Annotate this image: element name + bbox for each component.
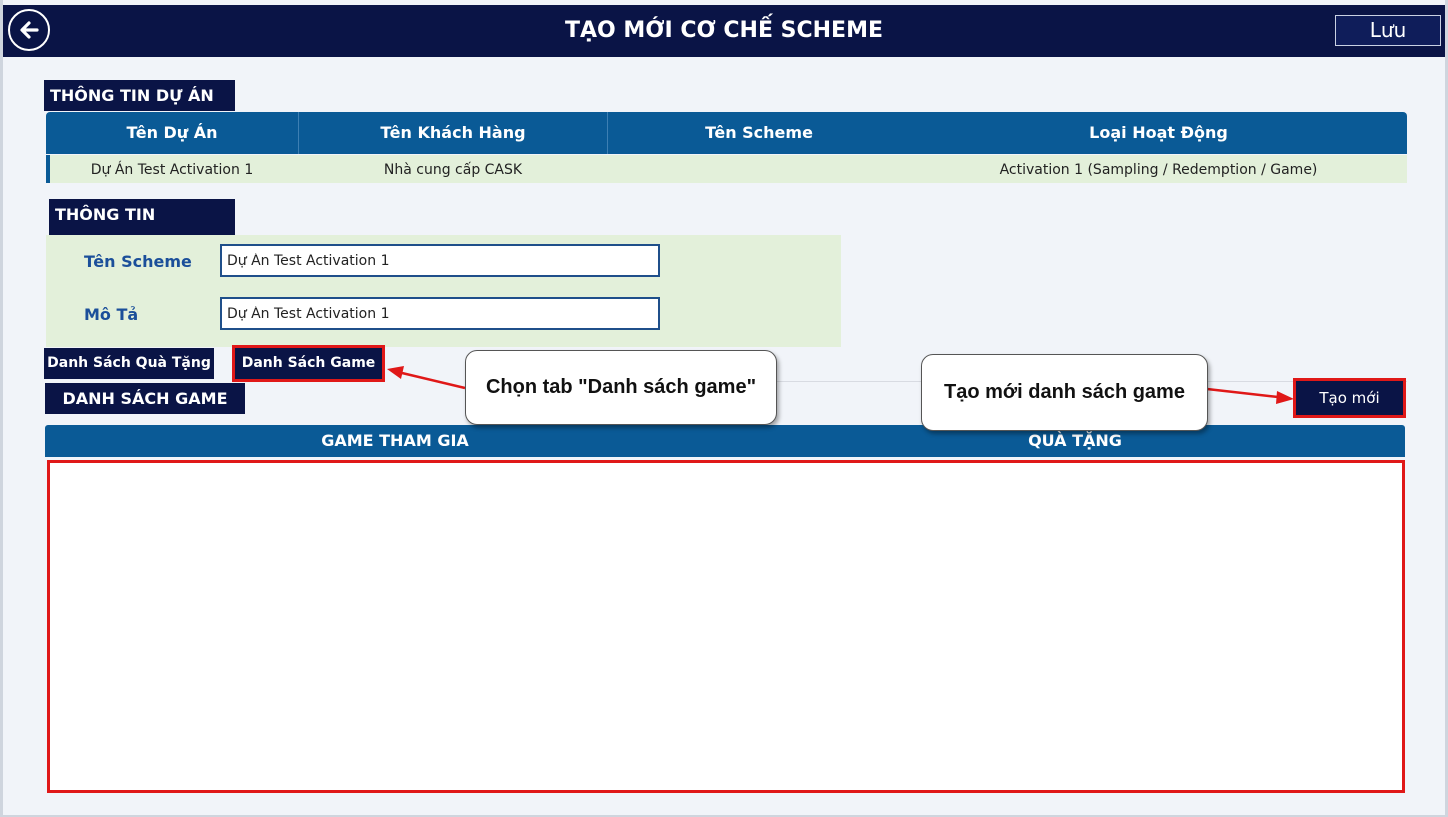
project-info-title: THÔNG TIN DỰ ÁN (44, 80, 235, 111)
scheme-name-input[interactable] (220, 244, 660, 277)
column-header-scheme-name: Tên Scheme (705, 123, 813, 142)
cell-project-name: Dự Án Test Activation 1 (90, 162, 254, 178)
save-button[interactable]: Lưu (1335, 15, 1441, 46)
project-table-header: Tên Dự Án Tên Khách Hàng Tên Scheme Loại… (46, 112, 1407, 154)
description-label: Mô Tả (84, 305, 139, 324)
arrow-to-create-button (1206, 387, 1294, 404)
column-header-game: GAME THAM GIA (321, 431, 469, 450)
description-input[interactable] (220, 297, 660, 330)
cell-customer-name: Nhà cung cấp CASK (383, 162, 523, 178)
column-header-activity-type: Loại Hoạt Động (1089, 123, 1228, 142)
project-table-row[interactable]: Dự Án Test Activation 1 Nhà cung cấp CAS… (46, 155, 1407, 183)
callout-create-new: Tạo mới danh sách game (921, 354, 1208, 431)
column-header-customer-name: Tên Khách Hàng (380, 123, 526, 142)
page-title: TẠO MỚI CƠ CHẾ SCHEME (565, 18, 883, 43)
scheme-form: Tên Scheme Mô Tả (46, 235, 841, 347)
callout-choose-tab: Chọn tab "Danh sách game" (465, 350, 777, 425)
back-button[interactable] (8, 9, 50, 51)
arrow-left-icon (20, 21, 39, 39)
cell-activity-type: Activation 1 (Sampling / Redemption / Ga… (999, 162, 1318, 178)
column-header-project-name: Tên Dự Án (126, 123, 218, 142)
tab-game-list[interactable]: Danh Sách Game (232, 345, 385, 382)
header-bar: TẠO MỚI CƠ CHẾ SCHEME Lưu (3, 5, 1445, 57)
tab-gift-list[interactable]: Danh Sách Quà Tặng (44, 348, 214, 379)
window-frame-left (0, 0, 3, 817)
game-list-title: DANH SÁCH GAME (45, 383, 245, 414)
arrow-to-game-tab (387, 366, 466, 390)
scheme-name-label: Tên Scheme (84, 252, 192, 271)
game-list-table[interactable] (47, 460, 1405, 793)
create-new-button[interactable]: Tạo mới (1293, 378, 1406, 418)
cell-scheme-name (608, 155, 910, 183)
